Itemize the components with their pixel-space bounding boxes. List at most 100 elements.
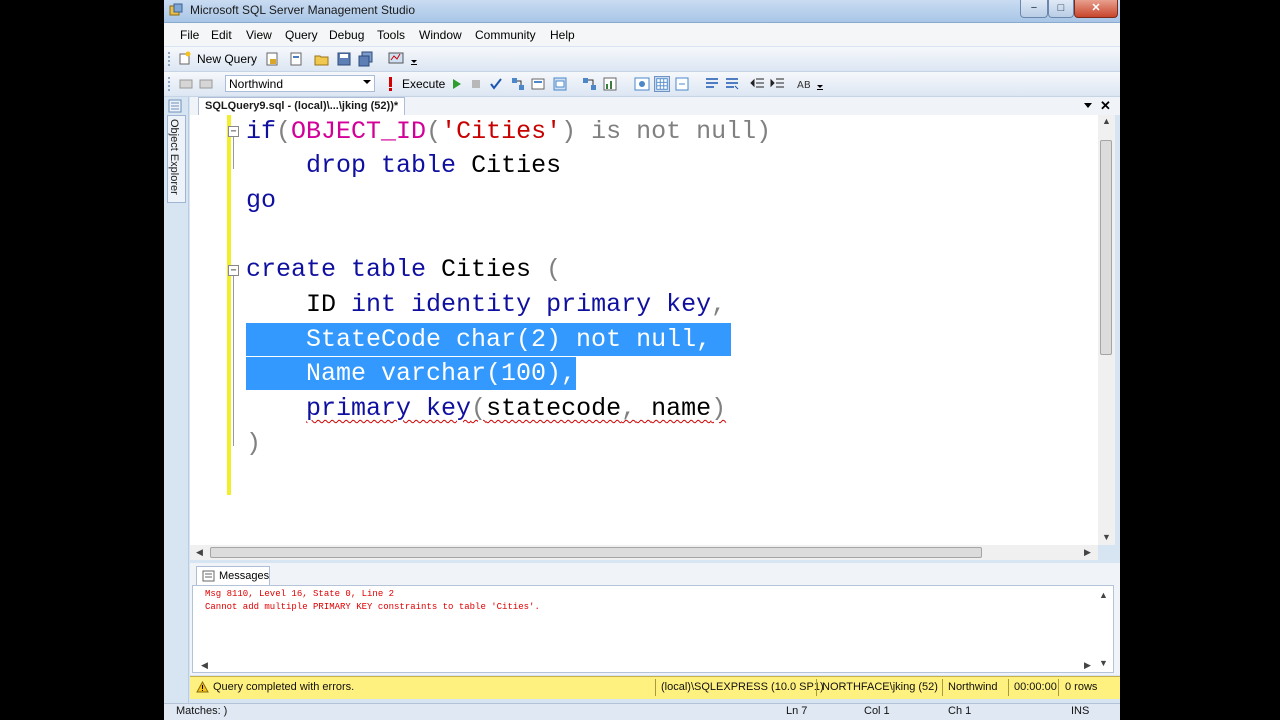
- vertical-scroll-thumb[interactable]: [1100, 140, 1112, 355]
- menu-debug[interactable]: Debug: [329, 28, 364, 42]
- character-number: Ch 1: [948, 705, 972, 717]
- debug-play-icon[interactable]: [448, 76, 464, 92]
- query-status-bar: Query completed with errors. (local)\SQL…: [190, 676, 1120, 699]
- warning-icon: [196, 681, 209, 693]
- code-line-2: drop table Cities: [246, 149, 561, 182]
- status-divider: [1058, 679, 1059, 696]
- increase-indent-icon[interactable]: [770, 76, 786, 92]
- code-token: name: [651, 394, 712, 423]
- scroll-right-icon[interactable]: ▶: [1084, 547, 1091, 558]
- scroll-up-icon[interactable]: ▲: [1102, 116, 1111, 126]
- active-files-chevron-icon[interactable]: [1084, 103, 1092, 108]
- menu-tools[interactable]: Tools: [377, 28, 405, 42]
- standard-toolbar: New Query: [164, 47, 1120, 72]
- activity-monitor-icon[interactable]: [388, 51, 404, 67]
- code-line-5: create table Cities (: [246, 253, 561, 286]
- code-token: ) is not null): [561, 117, 772, 146]
- code-token: OBJECT_ID: [291, 117, 427, 146]
- new-query-icon: [179, 51, 191, 65]
- toolbar-overflow-icon[interactable]: [816, 81, 824, 91]
- connect-icon[interactable]: [178, 76, 194, 92]
- analysis-query-icon[interactable]: [288, 51, 304, 67]
- open-file-icon[interactable]: [314, 51, 330, 67]
- code-token: (: [471, 394, 487, 423]
- available-databases-dropdown[interactable]: Northwind: [225, 75, 375, 92]
- maximize-button[interactable]: □: [1048, 0, 1074, 18]
- find-matches-status: Matches: ): [176, 705, 228, 717]
- code-token: ): [711, 394, 727, 423]
- query-options-icon[interactable]: [530, 76, 546, 92]
- code-token: primary key: [306, 394, 472, 423]
- database-name: Northwind: [948, 681, 998, 693]
- code-token: (: [276, 117, 292, 146]
- scroll-right-icon[interactable]: ▶: [1084, 660, 1091, 671]
- query-status-text: Query completed with errors.: [213, 681, 355, 693]
- code-token: if: [246, 117, 277, 146]
- close-window-button[interactable]: ✕: [1074, 0, 1118, 18]
- intellisense-icon[interactable]: [552, 76, 568, 92]
- code-token: statecode: [486, 394, 622, 423]
- results-to-file-icon[interactable]: [674, 76, 690, 92]
- menu-community[interactable]: Community: [475, 28, 536, 42]
- cancel-execution-icon[interactable]: [468, 76, 484, 92]
- save-icon[interactable]: [336, 51, 352, 67]
- close-tab-icon[interactable]: ✕: [1100, 98, 1111, 114]
- object-explorer-icon[interactable]: [168, 99, 182, 113]
- disconnect-icon[interactable]: [198, 76, 214, 92]
- code-line-10: ): [246, 427, 261, 460]
- specify-template-values-icon[interactable]: AB: [796, 76, 812, 92]
- app-status-bar: Matches: ) Ln 7 Col 1 Ch 1 INS: [164, 703, 1120, 720]
- menu-window[interactable]: Window: [419, 28, 462, 42]
- menu-help[interactable]: Help: [550, 28, 575, 42]
- menu-view[interactable]: View: [246, 28, 272, 42]
- toolbar-grip[interactable]: [168, 52, 173, 66]
- code-token: ): [246, 429, 262, 458]
- include-actual-plan-icon[interactable]: [582, 76, 598, 92]
- code-token: Cities: [441, 255, 532, 284]
- row-count: 0 rows: [1065, 681, 1098, 693]
- editor-vertical-scrollbar[interactable]: ▲ ▼: [1098, 115, 1115, 545]
- code-token: int identity primary key: [351, 290, 712, 319]
- messages-output[interactable]: Msg 8110, Level 16, State 0, Line 2 Cann…: [192, 585, 1114, 673]
- decrease-indent-icon[interactable]: [750, 76, 766, 92]
- comment-lines-icon[interactable]: [704, 76, 720, 92]
- messages-icon: [202, 570, 215, 582]
- new-query-button[interactable]: New Query: [197, 52, 257, 66]
- scroll-down-icon[interactable]: ▼: [1102, 532, 1111, 542]
- elapsed-time: 00:00:00: [1014, 681, 1057, 693]
- window-title: Microsoft SQL Server Management Studio: [190, 3, 415, 17]
- parse-checkmark-icon[interactable]: [488, 76, 504, 92]
- code-token: Name varchar(100),: [306, 359, 577, 388]
- code-token: drop table: [306, 151, 457, 180]
- toolbar-grip[interactable]: [168, 77, 173, 91]
- display-estimated-plan-icon[interactable]: [510, 76, 526, 92]
- toolbar-overflow-icon[interactable]: [410, 56, 418, 66]
- scroll-left-icon[interactable]: ◀: [196, 547, 203, 558]
- minimize-button[interactable]: −: [1020, 0, 1048, 18]
- client-statistics-icon[interactable]: [602, 76, 618, 92]
- horizontal-scroll-thumb[interactable]: [210, 547, 982, 558]
- save-all-icon[interactable]: [358, 51, 374, 67]
- scroll-up-icon[interactable]: ▲: [1099, 590, 1108, 600]
- editor-horizontal-scrollbar[interactable]: ◀ ▶: [190, 545, 1098, 560]
- execute-button[interactable]: Execute: [402, 77, 445, 91]
- scroll-left-icon[interactable]: ◀: [201, 660, 208, 671]
- menu-edit[interactable]: Edit: [211, 28, 232, 42]
- code-token: go: [246, 186, 277, 215]
- code-line-9: primary key(statecode, name): [246, 392, 726, 425]
- tab-sqlquery9[interactable]: SQLQuery9.sql - (local)\...\jking (52))*: [198, 97, 406, 115]
- menu-file[interactable]: File: [180, 28, 199, 42]
- ssms-app-icon: [169, 3, 183, 16]
- results-to-grid-icon[interactable]: [654, 76, 670, 92]
- results-to-text-icon[interactable]: [634, 76, 650, 92]
- object-explorer-label: Object Explorer: [168, 119, 180, 195]
- database-engine-query-icon[interactable]: [264, 51, 280, 67]
- scroll-down-icon[interactable]: ▼: [1099, 658, 1108, 668]
- tab-messages[interactable]: Messages: [196, 566, 270, 586]
- title-bar: Microsoft SQL Server Management Studio −…: [164, 0, 1120, 23]
- message-line: Cannot add multiple PRIMARY KEY constrai…: [205, 602, 540, 612]
- menu-query[interactable]: Query: [285, 28, 318, 42]
- document-tab-strip: SQLQuery9.sql - (local)\...\jking (52))*…: [190, 97, 1120, 115]
- sql-editor[interactable]: − − if(OBJECT_ID('Cities') is not null) …: [190, 115, 1115, 545]
- uncomment-lines-icon[interactable]: [724, 76, 740, 92]
